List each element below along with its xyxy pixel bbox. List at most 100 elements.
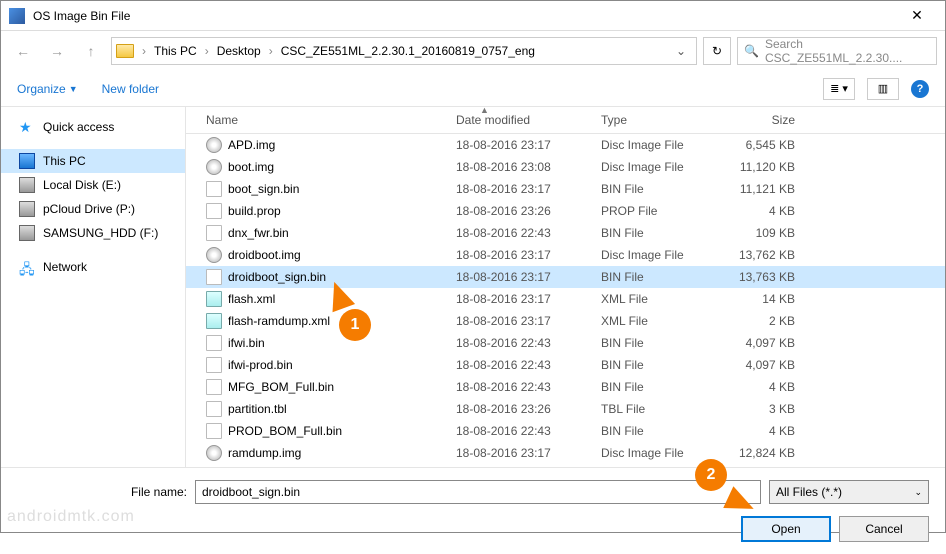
- file-name: partition.tbl: [228, 402, 287, 416]
- sidebar-item-label: Local Disk (E:): [43, 178, 121, 192]
- file-type: Disc Image File: [601, 138, 726, 152]
- sidebar-item-label: pCloud Drive (P:): [43, 202, 135, 216]
- file-row[interactable]: boot_sign.bin18-08-2016 23:17BIN File11,…: [186, 178, 945, 200]
- crumb-folder[interactable]: CSC_ZE551ML_2.2.30.1_20160819_0757_eng: [277, 44, 539, 58]
- file-file-icon: [206, 269, 222, 285]
- file-size: 12,824 KB: [726, 446, 811, 460]
- file-file-icon: [206, 357, 222, 373]
- file-row[interactable]: partition.tbl18-08-2016 23:26TBL File3 K…: [186, 398, 945, 420]
- sidebar-item-quick-access[interactable]: ★Quick access: [1, 115, 185, 139]
- pc-icon: [19, 153, 35, 169]
- file-date: 18-08-2016 23:08: [456, 160, 601, 174]
- file-type: BIN File: [601, 380, 726, 394]
- file-name: boot_sign.bin: [228, 182, 299, 196]
- col-type[interactable]: Type: [601, 113, 726, 127]
- help-icon[interactable]: ?: [911, 80, 929, 98]
- file-list: ▲ Name Date modified Type Size APD.img18…: [186, 107, 945, 467]
- sidebar-item-pcloud-drive-p-[interactable]: pCloud Drive (P:): [1, 197, 185, 221]
- preview-pane-button[interactable]: ▥: [867, 78, 899, 100]
- file-name: PROD_BOM_Full.bin: [228, 424, 342, 438]
- file-file-icon: [206, 335, 222, 351]
- file-name: droidboot_sign.bin: [228, 270, 326, 284]
- file-row[interactable]: APD.img18-08-2016 23:17Disc Image File6,…: [186, 134, 945, 156]
- search-icon: 🔍: [744, 44, 759, 58]
- sidebar-item-samsung-hdd-f-[interactable]: SAMSUNG_HDD (F:): [1, 221, 185, 245]
- sidebar-item-label: Quick access: [43, 120, 114, 134]
- cancel-button[interactable]: Cancel: [839, 516, 929, 542]
- file-date: 18-08-2016 23:17: [456, 270, 601, 284]
- file-row[interactable]: ifwi.bin18-08-2016 22:43BIN File4,097 KB: [186, 332, 945, 354]
- file-size: 13,762 KB: [726, 248, 811, 262]
- search-input[interactable]: 🔍 Search CSC_ZE551ML_2.2.30....: [737, 37, 937, 65]
- sidebar-item-local-disk-e-[interactable]: Local Disk (E:): [1, 173, 185, 197]
- file-date: 18-08-2016 23:26: [456, 204, 601, 218]
- open-button[interactable]: Open: [741, 516, 831, 542]
- window-title: OS Image Bin File: [33, 9, 897, 23]
- sidebar-item-this-pc[interactable]: This PC: [1, 149, 185, 173]
- file-row[interactable]: flash.xml18-08-2016 23:17XML File14 KB: [186, 288, 945, 310]
- file-type: TBL File: [601, 402, 726, 416]
- file-type: BIN File: [601, 424, 726, 438]
- file-row[interactable]: PROD_BOM_Full.bin18-08-2016 22:43BIN Fil…: [186, 420, 945, 442]
- close-button[interactable]: ✕: [897, 7, 937, 24]
- app-icon: [9, 8, 25, 24]
- file-size: 4,097 KB: [726, 358, 811, 372]
- newfolder-button[interactable]: New folder: [102, 82, 159, 96]
- file-row[interactable]: build.prop18-08-2016 23:26PROP File4 KB: [186, 200, 945, 222]
- file-row[interactable]: ifwi-prod.bin18-08-2016 22:43BIN File4,0…: [186, 354, 945, 376]
- file-size: 14 KB: [726, 292, 811, 306]
- crumb-desktop[interactable]: Desktop: [213, 44, 265, 58]
- file-row[interactable]: boot.img18-08-2016 23:08Disc Image File1…: [186, 156, 945, 178]
- titlebar: OS Image Bin File ✕: [1, 1, 945, 31]
- organize-button[interactable]: Organize▼: [17, 82, 78, 96]
- back-button[interactable]: ←: [9, 37, 37, 65]
- col-name[interactable]: Name: [206, 113, 456, 127]
- disk-icon: [19, 177, 35, 193]
- file-type: BIN File: [601, 336, 726, 350]
- col-size[interactable]: Size: [726, 113, 811, 127]
- file-row[interactable]: MFG_BOM_Full.bin18-08-2016 22:43BIN File…: [186, 376, 945, 398]
- file-type: Disc Image File: [601, 248, 726, 262]
- file-row[interactable]: flash-ramdump.xml18-08-2016 23:17XML Fil…: [186, 310, 945, 332]
- sidebar-item-network[interactable]: 🖧Network: [1, 255, 185, 279]
- file-name: APD.img: [228, 138, 275, 152]
- filename-input[interactable]: [195, 480, 761, 504]
- file-row[interactable]: ramdump.img18-08-2016 23:17Disc Image Fi…: [186, 442, 945, 464]
- disk-icon: [19, 201, 35, 217]
- file-row[interactable]: dnx_fwr.bin18-08-2016 22:43BIN File109 K…: [186, 222, 945, 244]
- disk-icon: [19, 225, 35, 241]
- breadcrumb[interactable]: › This PC › Desktop › CSC_ZE551ML_2.2.30…: [111, 37, 697, 65]
- file-size: 11,120 KB: [726, 160, 811, 174]
- file-type: BIN File: [601, 182, 726, 196]
- sidebar-item-label: This PC: [43, 154, 86, 168]
- forward-button[interactable]: →: [43, 37, 71, 65]
- filetype-select[interactable]: All Files (*.*)⌄: [769, 480, 929, 504]
- file-name: build.prop: [228, 204, 281, 218]
- refresh-button[interactable]: ↻: [703, 37, 731, 65]
- disc-file-icon: [206, 137, 222, 153]
- file-size: 13,763 KB: [726, 270, 811, 284]
- file-size: 2 KB: [726, 314, 811, 328]
- sidebar: ★Quick access This PC Local Disk (E:) pClou…: [1, 107, 186, 467]
- file-type: BIN File: [601, 226, 726, 240]
- file-row[interactable]: droidboot_sign.bin18-08-2016 23:17BIN Fi…: [186, 266, 945, 288]
- file-file-icon: [206, 401, 222, 417]
- file-size: 4 KB: [726, 204, 811, 218]
- search-placeholder: Search CSC_ZE551ML_2.2.30....: [765, 37, 930, 65]
- view-details-button[interactable]: ≣ ▾: [823, 78, 855, 100]
- file-name: droidboot.img: [228, 248, 301, 262]
- file-name: flash-ramdump.xml: [228, 314, 330, 328]
- file-row[interactable]: droidboot.img18-08-2016 23:17Disc Image …: [186, 244, 945, 266]
- footer: File name: All Files (*.*)⌄ Open Cancel: [1, 467, 945, 554]
- col-date[interactable]: Date modified: [456, 113, 601, 127]
- crumb-dropdown[interactable]: ⌄: [670, 44, 692, 58]
- net-icon: 🖧: [19, 259, 35, 275]
- file-file-icon: [206, 379, 222, 395]
- file-date: 18-08-2016 23:17: [456, 182, 601, 196]
- folder-icon: [116, 44, 134, 58]
- filename-label: File name:: [17, 485, 187, 499]
- column-headers: ▲ Name Date modified Type Size: [186, 107, 945, 134]
- crumb-pc[interactable]: This PC: [150, 44, 201, 58]
- file-file-icon: [206, 203, 222, 219]
- up-button[interactable]: ↑: [77, 37, 105, 65]
